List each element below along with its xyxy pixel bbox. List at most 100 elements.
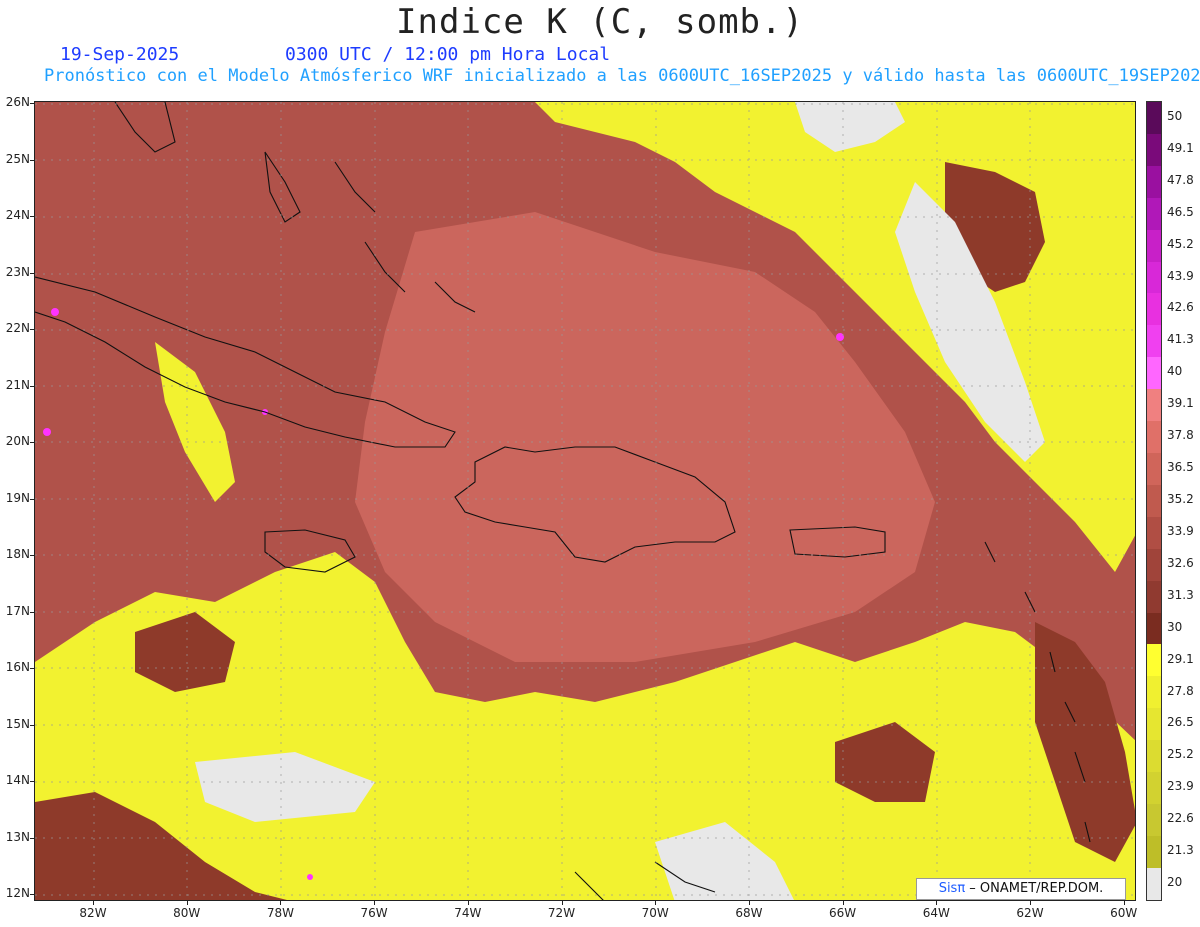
colorbar-segment — [1147, 102, 1161, 134]
latitude-tick — [30, 724, 34, 726]
colorbar-segment — [1147, 293, 1161, 326]
latitude-label: 18N — [5, 547, 30, 561]
colorbar-label: 36.5 — [1167, 460, 1194, 475]
colorbar-segment — [1147, 867, 1161, 900]
latitude-tick — [30, 385, 34, 387]
colorbar-label: 40 — [1167, 364, 1183, 379]
forecast-time: 0300 UTC / 12:00 pm Hora Local — [285, 44, 611, 65]
longitude-label: 66W — [829, 906, 857, 920]
latitude-label: 19N — [5, 490, 30, 505]
longitude-label: 68W — [735, 906, 763, 920]
latitude-tick — [30, 272, 34, 274]
colorbar-label: 27.8 — [1167, 683, 1194, 698]
longitude-label: 78W — [266, 906, 294, 920]
latitude-label: 22N — [5, 321, 30, 335]
longitude-label: 82W — [79, 906, 107, 920]
colorbar-segment — [1147, 580, 1161, 613]
colorbar-segment — [1147, 772, 1161, 804]
credit-box: Sisπ – ONAMET/REP.DOM. — [916, 878, 1126, 900]
longitude-tick — [93, 901, 94, 905]
colorbar-segment — [1147, 452, 1161, 485]
colorbar-segment — [1147, 484, 1161, 517]
k-index-field — [35, 102, 1135, 900]
colorbar-segment — [1147, 133, 1161, 166]
longitude-label: 64W — [922, 906, 950, 920]
colorbar-segment — [1147, 261, 1161, 294]
colorbar-segment — [1147, 389, 1161, 422]
colorbar-label: 49.1 — [1167, 140, 1194, 155]
colorbar-segment — [1147, 803, 1161, 836]
latitude-label: 20N — [5, 434, 30, 448]
forecast-subtitle: Pronóstico con el Modelo Atmósferico WRF… — [44, 66, 1200, 86]
colorbar-segment — [1147, 740, 1161, 773]
colorbar-label: 50 — [1167, 108, 1183, 123]
colorbar-segment — [1147, 548, 1161, 581]
longitude-tick — [936, 901, 938, 905]
latitude-tick — [30, 216, 34, 217]
longitude-tick — [561, 901, 563, 905]
credit-text: – ONAMET/REP.DOM. — [965, 881, 1104, 896]
colorbar-segment — [1147, 197, 1161, 230]
colorbar-label: 35.2 — [1167, 492, 1194, 506]
longitude-tick — [655, 901, 657, 905]
latitude-label: 14N — [5, 773, 30, 787]
colorbar-label: 42.6 — [1167, 300, 1194, 315]
k-index-map — [34, 101, 1136, 901]
longitude-tick — [186, 901, 188, 905]
colorbar-label: 45.2 — [1167, 236, 1194, 251]
colorbar-label: 26.5 — [1167, 715, 1194, 730]
magenta-spot — [51, 308, 59, 316]
colorbar-segment — [1147, 421, 1161, 453]
forecast-date: 19-Sep-2025 — [60, 44, 180, 65]
colorbar-segment — [1147, 676, 1161, 709]
colorbar-label: 25.2 — [1167, 747, 1194, 762]
colorbar-segment — [1147, 165, 1161, 198]
latitude-tick — [30, 611, 34, 613]
colorbar-segment — [1147, 612, 1161, 645]
latitude-tick — [30, 329, 34, 330]
latitude-label: 21N — [5, 377, 30, 392]
latitude-label: 17N — [5, 603, 30, 618]
magenta-spot — [307, 874, 313, 880]
latitude-label: 13N — [5, 829, 30, 844]
colorbar-label: 30 — [1167, 619, 1183, 634]
latitude-tick — [30, 894, 34, 895]
latitude-tick — [30, 442, 34, 443]
colorbar-label: 47.8 — [1167, 172, 1194, 187]
colorbar-segment — [1147, 708, 1161, 741]
longitude-label: 62W — [1016, 906, 1044, 920]
latitude-tick — [30, 555, 34, 556]
colorbar-segment — [1147, 325, 1161, 358]
latitude-label: 15N — [5, 716, 30, 731]
colorbar-label: 23.9 — [1167, 779, 1194, 794]
latitude-tick — [30, 837, 34, 839]
longitude-label: 74W — [454, 906, 482, 920]
longitude-label: 72W — [547, 906, 576, 920]
yellow-region-cuba-west — [155, 342, 235, 502]
latitude-label: 23N — [5, 264, 30, 279]
colorbar-label: 29.1 — [1167, 651, 1194, 666]
colorbar-label: 37.8 — [1167, 428, 1194, 443]
longitude-tick — [842, 901, 844, 905]
latitude-label: 16N — [5, 660, 30, 674]
colorbar-label: 32.6 — [1167, 555, 1194, 570]
longitude-tick — [1030, 901, 1031, 905]
colorbar-segment — [1147, 835, 1161, 868]
longitude-tick — [280, 901, 282, 905]
sispi-logo: Sisπ — [938, 881, 966, 896]
colorbar-segment — [1147, 229, 1161, 262]
latitude-tick — [30, 103, 34, 104]
colorbar-label: 33.9 — [1167, 523, 1194, 538]
colorbar-label: 21.3 — [1167, 843, 1194, 858]
colorbar-segment — [1147, 357, 1161, 390]
latitude-label: 26N — [5, 95, 30, 109]
colorbar-label: 41.3 — [1167, 332, 1194, 347]
longitude-label: 80W — [173, 906, 201, 920]
colorbar-label: 46.5 — [1167, 204, 1194, 219]
longitude-tick — [748, 901, 750, 905]
latitude-label: 12N — [5, 886, 30, 900]
latitude-tick — [30, 498, 34, 500]
florida-coastline — [114, 102, 176, 153]
colorbar-segment — [1147, 516, 1161, 549]
latitude-label: 24N — [5, 208, 30, 222]
